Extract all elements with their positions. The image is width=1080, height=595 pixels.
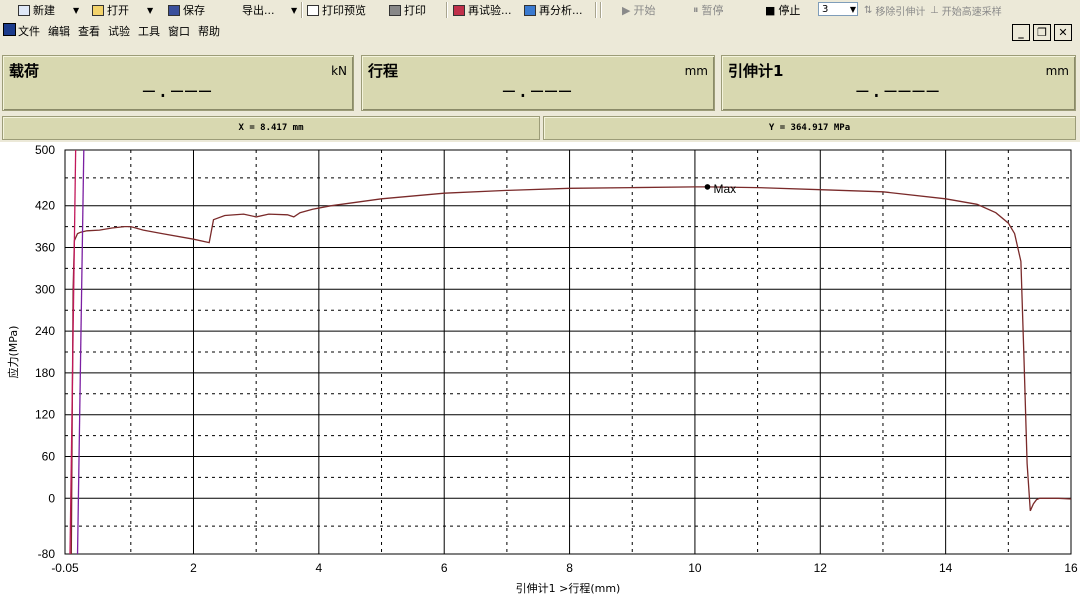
y-axis-label: 应力(MPa) [6, 326, 20, 379]
x-cursor-readout: X = 8.417 mm [2, 116, 540, 140]
x-tick-label: 12 [814, 561, 828, 575]
new-file-icon [18, 4, 30, 16]
menu-edit[interactable]: 编辑 [48, 23, 70, 39]
menu-file[interactable]: 文件 [18, 23, 40, 39]
open-folder-icon [92, 4, 104, 16]
x-tick-label: 10 [688, 561, 702, 575]
x-tick-label: 16 [1064, 561, 1078, 575]
y-tick-label: 500 [35, 143, 55, 157]
stroke-meter: 行程 mm —.——— [361, 55, 715, 111]
remove-extensometer-button[interactable]: ⇅ 移除引伸计 [864, 2, 925, 18]
meter-value: —.——— [502, 78, 574, 102]
chevron-down-icon: ▼ [849, 5, 856, 14]
stop-icon: ■ [765, 3, 776, 17]
toolbar-separator [600, 2, 602, 18]
toolbar-separator [446, 2, 448, 18]
y-tick-label: 0 [48, 491, 55, 505]
extensometer-icon: ⇅ [864, 4, 873, 16]
menu-tools[interactable]: 工具 [138, 23, 160, 39]
menu-view[interactable]: 查看 [78, 23, 100, 39]
max-point-marker [704, 184, 711, 190]
open-dropdown-arrow[interactable]: ▼ [147, 2, 153, 18]
reanalyze-icon [524, 4, 536, 16]
stress-strain-chart[interactable]: -0.05 2 4 6 8 10 12 14 16 -80 0 60 120 180 240 300 360 42… [0, 142, 1080, 595]
print-button[interactable]: 打印 [389, 2, 426, 18]
minimize-button[interactable]: _ [1012, 24, 1030, 41]
pause-icon: ⏸ [693, 3, 699, 16]
restore-icon: ❐ [1037, 26, 1047, 39]
meter-value: —.——— [142, 78, 214, 102]
print-preview-icon [307, 4, 319, 16]
meter-value: —.———— [856, 78, 941, 102]
x-tick-label: 4 [316, 561, 323, 575]
minimize-icon: _ [1018, 26, 1024, 39]
retest-button[interactable]: 再试验... [453, 2, 512, 18]
y-cursor-readout: Y = 364.917 MPa [543, 116, 1076, 140]
new-button[interactable]: 新建 [18, 2, 55, 18]
x-tick-label: 6 [441, 561, 448, 575]
meter-unit: kN [331, 64, 347, 78]
close-icon: ✕ [1058, 26, 1068, 39]
x-axis-label: 引伸计1 >行程(mm) [516, 581, 621, 595]
app-icon[interactable] [3, 23, 16, 36]
floppy-disk-icon [168, 4, 180, 16]
load-meter: 载荷 kN —.——— [2, 55, 354, 111]
restore-button[interactable]: ❐ [1033, 24, 1051, 41]
x-tick-label: 8 [566, 561, 573, 575]
save-button[interactable]: 保存 [168, 2, 205, 18]
extensometer-meter: 引伸计1 mm —.———— [721, 55, 1076, 111]
y-tick-label: 120 [35, 408, 55, 422]
high-speed-sampling-button[interactable]: ⊥ 开始高速采样 [930, 2, 1002, 18]
y-tick-label: 420 [35, 199, 55, 213]
toolbar: 新建 ▼ 打开 ▼ 保存 导出... ▼ 打印预览 打印 再试验... 再分析.… [0, 0, 1080, 21]
stop-button[interactable]: ■ 停止 [765, 2, 800, 18]
toolbar-separator [301, 2, 303, 18]
y-tick-label: 180 [35, 366, 55, 380]
y-tick-label: 360 [35, 241, 55, 255]
start-button[interactable]: ▶ 开始 [622, 2, 655, 18]
menu-window[interactable]: 窗口 [168, 23, 190, 39]
y-tick-label: 300 [35, 282, 55, 296]
meter-unit: mm [684, 64, 708, 78]
x-tick-label: 2 [190, 561, 197, 575]
menu-test[interactable]: 试验 [108, 23, 130, 39]
x-tick-label: -0.05 [51, 561, 79, 575]
meter-unit: mm [1045, 64, 1069, 78]
new-dropdown-arrow[interactable]: ▼ [73, 2, 79, 18]
retest-icon [453, 4, 465, 16]
toolbar-separator [595, 2, 597, 18]
y-tick-label: -80 [38, 547, 56, 561]
pause-button[interactable]: ⏸ 暂停 [693, 2, 724, 18]
print-preview-button[interactable]: 打印预览 [307, 2, 366, 18]
play-icon: ▶ [622, 3, 631, 17]
export-dropdown-arrow[interactable]: ▼ [291, 2, 297, 18]
reanalyze-button[interactable]: 再分析... [524, 2, 583, 18]
y-tick-label: 240 [35, 324, 55, 338]
open-button[interactable]: 打开 [92, 2, 129, 18]
x-tick-label: 14 [939, 561, 953, 575]
close-button[interactable]: ✕ [1054, 24, 1072, 41]
menu-bar: 文件 编辑 查看 试验 工具 窗口 帮助 [0, 20, 1080, 42]
stress-strain-plot[interactable]: -0.05 2 4 6 8 10 12 14 16 -80 0 60 120 180 240 300 360 42… [0, 142, 1080, 595]
speed-select[interactable]: 3 ▼ [818, 2, 858, 16]
sampling-icon: ⊥ [930, 4, 939, 16]
export-button[interactable]: 导出... [242, 2, 275, 18]
printer-icon [389, 4, 401, 16]
menu-help[interactable]: 帮助 [198, 23, 220, 39]
y-tick-label: 60 [42, 449, 56, 463]
max-point-label: Max [713, 182, 736, 196]
